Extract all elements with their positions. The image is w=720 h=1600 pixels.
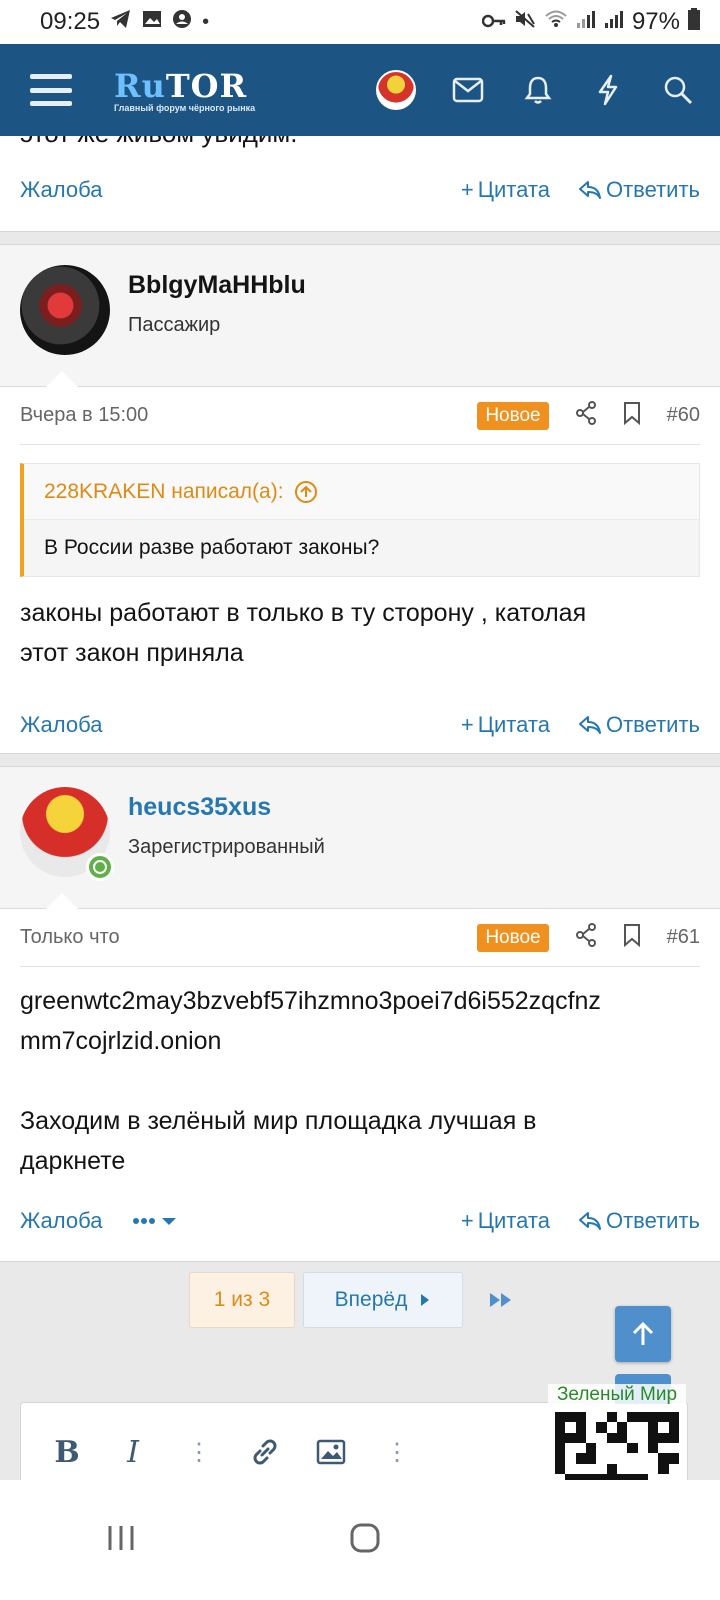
username[interactable]: heucs35xus	[128, 793, 325, 822]
lightning-icon[interactable]	[590, 72, 626, 108]
dot-icon: •	[202, 10, 210, 33]
image-icon	[142, 10, 162, 34]
signal-roaming-icon	[604, 9, 624, 35]
more-format-icon[interactable]: ⋮	[183, 1438, 215, 1467]
post-60: BblgyMaHHblu Пассажир Вчера в 15:00 Ново…	[0, 244, 720, 754]
post-body: законы работают в только в ту сторону , …	[20, 599, 587, 667]
account-icon	[172, 9, 192, 35]
double-chevron-right-icon	[490, 1293, 511, 1307]
menu-button[interactable]	[30, 74, 72, 106]
previous-post: этот же живом увидим. Жалоба +Цитата Отв…	[0, 136, 720, 232]
plus-icon: +	[460, 712, 474, 737]
page-indicator[interactable]: 1 из 3	[189, 1272, 295, 1328]
user-title: Пассажир	[128, 314, 221, 336]
arrow-up-circle-icon[interactable]	[294, 480, 318, 504]
recent-apps-icon	[108, 1525, 134, 1550]
post-number[interactable]: #60	[667, 404, 700, 427]
plus-icon: +	[460, 1208, 474, 1233]
link-button[interactable]	[249, 1436, 281, 1468]
mail-icon[interactable]	[450, 72, 486, 108]
quote-link[interactable]: + Цитата	[461, 712, 550, 738]
logo-subtitle: Главный форум чёрного рынка	[114, 103, 256, 113]
site-logo[interactable]: RuTOR Главный форум чёрного рынка	[114, 67, 255, 113]
user-avatar[interactable]	[20, 787, 114, 881]
post-date[interactable]: Вчера в 15:00	[20, 404, 148, 427]
link-icon	[253, 1439, 277, 1465]
chevron-right-icon	[421, 1294, 430, 1306]
ad-title: Зеленый Мир	[548, 1384, 686, 1406]
bookmark-icon[interactable]	[623, 401, 641, 431]
plus-icon: +	[460, 177, 474, 202]
report-link[interactable]: Жалоба	[20, 1208, 102, 1234]
recent-apps-button[interactable]	[106, 1524, 136, 1557]
mute-icon	[514, 9, 536, 35]
bold-button[interactable]: B	[51, 1435, 83, 1470]
next-page-button[interactable]: Вперёд	[303, 1272, 463, 1328]
arrow-up-icon	[632, 1321, 654, 1345]
post-date[interactable]: Только что	[20, 926, 120, 949]
battery-percent: 97%	[631, 8, 680, 35]
post-actions: Жалоба + Цитата Ответить	[0, 1199, 720, 1243]
pagination: 1 из 3 Вперёд	[0, 1262, 720, 1380]
new-badge: Новое	[477, 401, 549, 430]
battery-icon	[688, 8, 700, 36]
reply-icon	[578, 181, 601, 199]
more-insert-icon[interactable]: ⋮	[381, 1438, 413, 1467]
share-icon[interactable]	[575, 922, 597, 953]
post-actions: Жалоба + Цитата Ответить	[0, 703, 720, 747]
post-user-block: heucs35xus Зарегистрированный	[0, 767, 720, 909]
post-meta: Только что Новое #61	[20, 909, 700, 967]
bookmark-icon[interactable]	[623, 923, 641, 953]
post-meta: Вчера в 15:00 Новое #60	[20, 387, 700, 445]
quote-author: 228KRAKEN написал(а):	[44, 479, 284, 503]
status-bar: 09:25 • 97%	[0, 0, 720, 44]
post-body: greenwtc2may3bzvebf57ihzmno3poei7d6i552z…	[20, 987, 601, 1175]
user-avatar[interactable]	[376, 70, 416, 110]
user-avatar[interactable]	[20, 265, 110, 355]
post-text: этот же живом увидим.	[20, 136, 298, 149]
post-number[interactable]: #61	[667, 926, 700, 949]
reply-link[interactable]: Ответить	[578, 1208, 700, 1234]
wifi-icon	[544, 9, 568, 35]
image-icon	[316, 1439, 346, 1465]
more-menu-button[interactable]	[132, 1214, 178, 1228]
more-dots-icon	[133, 1218, 177, 1225]
image-button[interactable]	[315, 1439, 347, 1465]
thread-content: этот же живом увидим. Жалоба +Цитата Отв…	[0, 136, 720, 1480]
telegram-icon	[110, 9, 132, 35]
last-page-button[interactable]	[471, 1272, 531, 1328]
app-header: RuTOR Главный форум чёрного рынка	[0, 44, 720, 136]
key-icon	[481, 11, 506, 34]
system-nav-bar	[0, 1480, 720, 1600]
home-button[interactable]	[349, 1522, 381, 1559]
scroll-to-top-button[interactable]	[615, 1306, 671, 1362]
signal-icon	[576, 9, 596, 35]
clock: 09:25	[40, 8, 101, 35]
user-title: Зарегистрированный	[128, 836, 325, 858]
quote-link[interactable]: + Цитата	[461, 177, 550, 203]
quote-text: В России разве работают законы?	[44, 536, 380, 559]
post-61: heucs35xus Зарегистрированный Только что…	[0, 766, 720, 1262]
quote-link[interactable]: + Цитата	[461, 1208, 550, 1234]
reply-icon	[578, 716, 601, 734]
username[interactable]: BblgyMaHHblu	[128, 271, 306, 300]
report-link[interactable]: Жалоба	[20, 712, 102, 738]
post-user-block: BblgyMaHHblu Пассажир	[0, 245, 720, 387]
quote-header[interactable]: 228KRAKEN написал(а):	[24, 464, 699, 520]
reply-link[interactable]: Ответить	[578, 177, 700, 203]
quote-block: 228KRAKEN написал(а): В России разве раб…	[20, 463, 700, 577]
online-status-icon	[86, 853, 114, 881]
search-icon[interactable]	[660, 72, 696, 108]
home-icon	[350, 1523, 380, 1552]
reply-link[interactable]: Ответить	[578, 712, 700, 738]
bell-icon[interactable]	[520, 72, 556, 108]
reply-icon	[578, 1212, 601, 1230]
italic-button[interactable]: I	[117, 1435, 149, 1470]
back-icon	[594, 1524, 614, 1552]
share-icon[interactable]	[575, 400, 597, 431]
report-link[interactable]: Жалоба	[20, 177, 102, 203]
new-badge: Новое	[477, 923, 549, 952]
